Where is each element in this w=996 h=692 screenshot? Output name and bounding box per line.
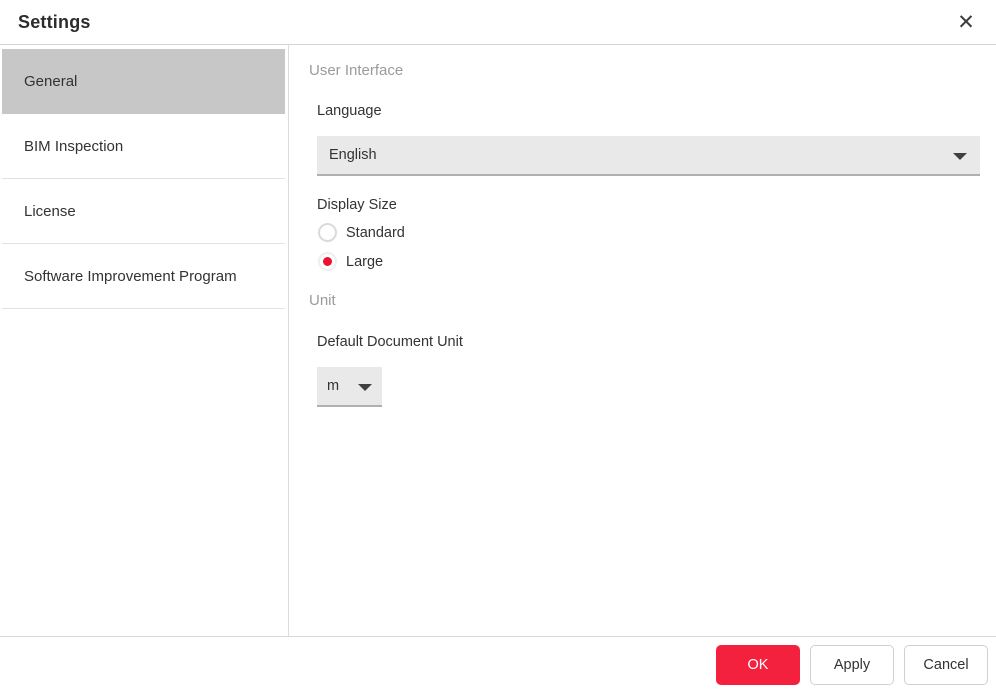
sidebar-item-label: Software Improvement Program — [24, 268, 237, 285]
radio-standard-label: Standard — [346, 225, 405, 241]
language-dropdown[interactable]: English — [317, 136, 980, 176]
settings-content-panel: User Interface Language English Display … — [289, 45, 996, 636]
settings-nav-sidebar: General BIM Inspection License Software … — [0, 45, 289, 636]
sidebar-item-general[interactable]: General — [2, 49, 285, 114]
radio-large-label: Large — [346, 254, 383, 270]
sidebar-item-label: License — [24, 203, 76, 220]
dialog-header: Settings ✕ — [0, 0, 996, 45]
language-dropdown-value: English — [329, 147, 377, 163]
settings-dialog: Settings ✕ General BIM Inspection Licens… — [0, 0, 996, 692]
radio-option-standard: Standard — [318, 223, 981, 242]
sidebar-item-label: BIM Inspection — [24, 138, 123, 155]
apply-button[interactable]: Apply — [810, 645, 894, 685]
cancel-button[interactable]: Cancel — [904, 645, 988, 685]
sidebar-item-software-improvement-program[interactable]: Software Improvement Program — [2, 244, 285, 309]
chevron-down-icon — [953, 153, 967, 160]
close-icon[interactable]: ✕ — [952, 8, 980, 36]
sidebar-item-label: General — [24, 73, 77, 90]
default-document-unit-value: m — [327, 378, 339, 394]
dialog-body: General BIM Inspection License Software … — [0, 45, 996, 636]
sidebar-item-license[interactable]: License — [2, 179, 285, 244]
chevron-down-icon — [358, 384, 372, 391]
sidebar-item-bim-inspection[interactable]: BIM Inspection — [2, 114, 285, 179]
radio-option-large: Large — [318, 252, 981, 271]
radio-large[interactable] — [318, 252, 337, 271]
default-document-unit-dropdown[interactable]: m — [317, 367, 382, 407]
default-document-unit-label: Default Document Unit — [317, 334, 981, 350]
dialog-title: Settings — [18, 12, 91, 33]
display-size-label: Display Size — [317, 197, 981, 213]
radio-standard[interactable] — [318, 223, 337, 242]
section-title-user-interface: User Interface — [309, 62, 981, 79]
dialog-footer: OK Apply Cancel — [0, 636, 996, 692]
language-label: Language — [317, 103, 981, 119]
section-title-unit: Unit — [309, 292, 981, 309]
ok-button[interactable]: OK — [716, 645, 800, 685]
